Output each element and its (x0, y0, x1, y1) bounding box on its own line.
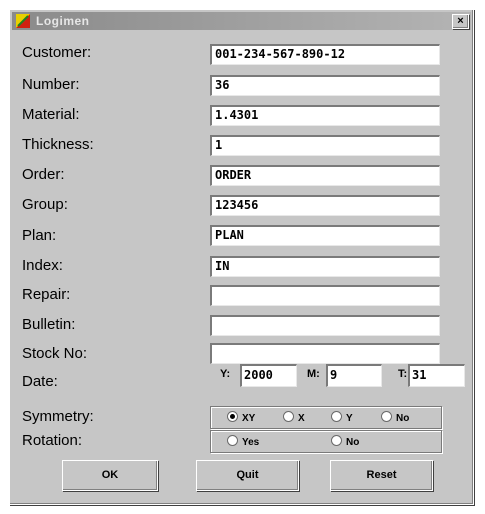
ok-button[interactable]: OK (62, 460, 158, 491)
label-bulletin: Bulletin: (22, 316, 76, 333)
label-customer: Customer: (22, 44, 92, 61)
date-year-field[interactable]: 2000 (240, 364, 297, 387)
label-thickness: Thickness: (22, 136, 94, 153)
label-plan: Plan: (22, 227, 57, 244)
label-order: Order: (22, 166, 65, 183)
symmetry-group: XY X Y No (210, 406, 442, 429)
order-field[interactable]: ORDER (210, 165, 440, 186)
date-year-label: Y: (220, 368, 231, 380)
label-rotation: Rotation: (22, 432, 83, 449)
customer-field[interactable]: 001-234-567-890-12 (210, 44, 440, 65)
radio-icon (283, 411, 294, 422)
label-number: Number: (22, 76, 80, 93)
label-index: Index: (22, 257, 63, 274)
label-material: Material: (22, 106, 80, 123)
radio-icon (381, 411, 392, 422)
radio-icon (331, 435, 342, 446)
window-title: Logimen (36, 14, 90, 28)
rotation-option-no[interactable]: No (331, 435, 359, 449)
thickness-field[interactable]: 1 (210, 135, 440, 156)
symmetry-option-x[interactable]: X (283, 411, 305, 425)
rotation-option-yes[interactable]: Yes (227, 435, 259, 449)
date-day-label: T: (398, 368, 408, 380)
date-month-field[interactable]: 9 (326, 364, 382, 387)
label-symmetry: Symmetry: (22, 408, 94, 425)
radio-icon (331, 411, 342, 422)
label-repair: Repair: (22, 286, 71, 303)
group-field[interactable]: 123456 (210, 195, 440, 216)
quit-button[interactable]: Quit (196, 460, 299, 491)
label-date: Date: (22, 373, 58, 390)
app-icon (16, 14, 30, 28)
index-field[interactable]: IN (210, 256, 440, 277)
bulletin-field[interactable] (210, 315, 440, 336)
label-stock-no: Stock No: (22, 345, 88, 362)
date-day-field[interactable]: 31 (408, 364, 465, 387)
number-field[interactable]: 36 (210, 75, 440, 96)
repair-field[interactable] (210, 285, 440, 306)
plan-field[interactable]: PLAN (210, 225, 440, 246)
radio-selected-icon (227, 411, 238, 422)
reset-button[interactable]: Reset (330, 460, 433, 491)
close-button[interactable]: × (452, 14, 469, 29)
stock-no-field[interactable] (210, 343, 440, 364)
symmetry-option-xy[interactable]: XY (227, 411, 255, 425)
title-bar[interactable]: Logimen × (12, 12, 471, 30)
rotation-group: Yes No (210, 430, 442, 453)
material-field[interactable]: 1.4301 (210, 105, 440, 126)
radio-icon (227, 435, 238, 446)
symmetry-option-y[interactable]: Y (331, 411, 353, 425)
symmetry-option-no[interactable]: No (381, 411, 409, 425)
date-month-label: M: (307, 368, 320, 380)
label-group: Group: (22, 196, 68, 213)
